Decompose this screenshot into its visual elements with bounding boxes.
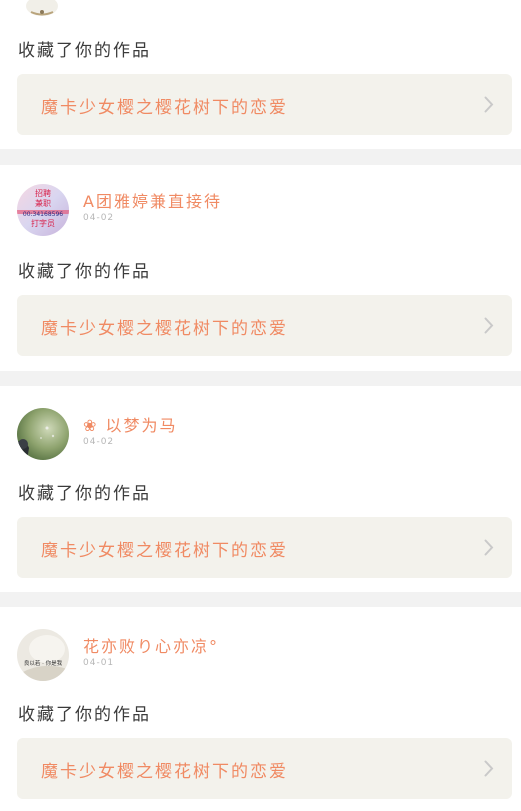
user-row[interactable]: 招聘 兼职 00:34168596 打字员 A团雅婷兼直接待 04-02 — [17, 184, 497, 236]
chevron-right-icon — [484, 760, 494, 777]
action-text: 收藏了你的作品 — [18, 41, 151, 61]
work-link[interactable]: 魔卡少女樱之樱花树下的恋爱 — [17, 295, 512, 356]
user-row[interactable]: ❀ 以梦为马 04-02 — [17, 408, 497, 460]
notification-card: 收藏了你的作品 魔卡少女樱之樱花树下的恋爱 — [0, 0, 521, 149]
chevron-right-icon — [484, 539, 494, 556]
username[interactable]: ❀ 以梦为马 — [83, 412, 178, 436]
timestamp: 04-02 — [83, 213, 115, 223]
avatar[interactable] — [23, 0, 61, 18]
timestamp: 04-02 — [83, 437, 115, 447]
avatar-text: 兼职 — [35, 198, 51, 208]
avatar-text: 00:34168596 — [23, 211, 63, 218]
timestamp: 04-01 — [83, 658, 115, 668]
notification-card: 招聘 兼职 00:34168596 打字员 A团雅婷兼直接待 04-02 收藏了… — [0, 165, 521, 371]
work-title: 魔卡少女樱之樱花树下的恋爱 — [41, 98, 288, 118]
notification-card: 良以若 · 你是我 花亦败り心亦凉° 04-01 收藏了你的作品 魔卡少女樱之樱… — [0, 607, 521, 811]
username[interactable]: A团雅婷兼直接待 — [83, 188, 222, 212]
notification-feed: 收藏了你的作品 魔卡少女樱之樱花树下的恋爱 招聘 兼职 00:34168596 … — [0, 0, 521, 811]
action-text: 收藏了你的作品 — [18, 484, 151, 504]
work-link[interactable]: 魔卡少女樱之樱花树下的恋爱 — [17, 517, 512, 578]
username[interactable]: 花亦败り心亦凉° — [83, 633, 219, 657]
avatar-text: 打字员 — [31, 218, 55, 228]
work-link[interactable]: 魔卡少女樱之樱花树下的恋爱 — [17, 74, 512, 135]
chevron-right-icon — [484, 317, 494, 334]
work-title: 魔卡少女樱之樱花树下的恋爱 — [41, 319, 288, 339]
action-text: 收藏了你的作品 — [18, 262, 151, 282]
avatar[interactable]: 良以若 · 你是我 — [17, 629, 69, 681]
work-title: 魔卡少女樱之樱花树下的恋爱 — [41, 762, 288, 782]
user-row[interactable]: 良以若 · 你是我 花亦败り心亦凉° 04-01 — [17, 629, 497, 681]
chevron-right-icon — [484, 96, 494, 113]
avatar-text: 良以若 · 你是我 — [24, 659, 63, 667]
action-text: 收藏了你的作品 — [18, 705, 151, 725]
notification-card: ❀ 以梦为马 04-02 收藏了你的作品 魔卡少女樱之樱花树下的恋爱 — [0, 386, 521, 592]
avatar[interactable] — [17, 408, 69, 460]
work-link[interactable]: 魔卡少女樱之樱花树下的恋爱 — [17, 738, 512, 799]
work-title: 魔卡少女樱之樱花树下的恋爱 — [41, 541, 288, 561]
avatar[interactable]: 招聘 兼职 00:34168596 打字员 — [17, 184, 69, 236]
avatar-text: 招聘 — [35, 188, 51, 198]
